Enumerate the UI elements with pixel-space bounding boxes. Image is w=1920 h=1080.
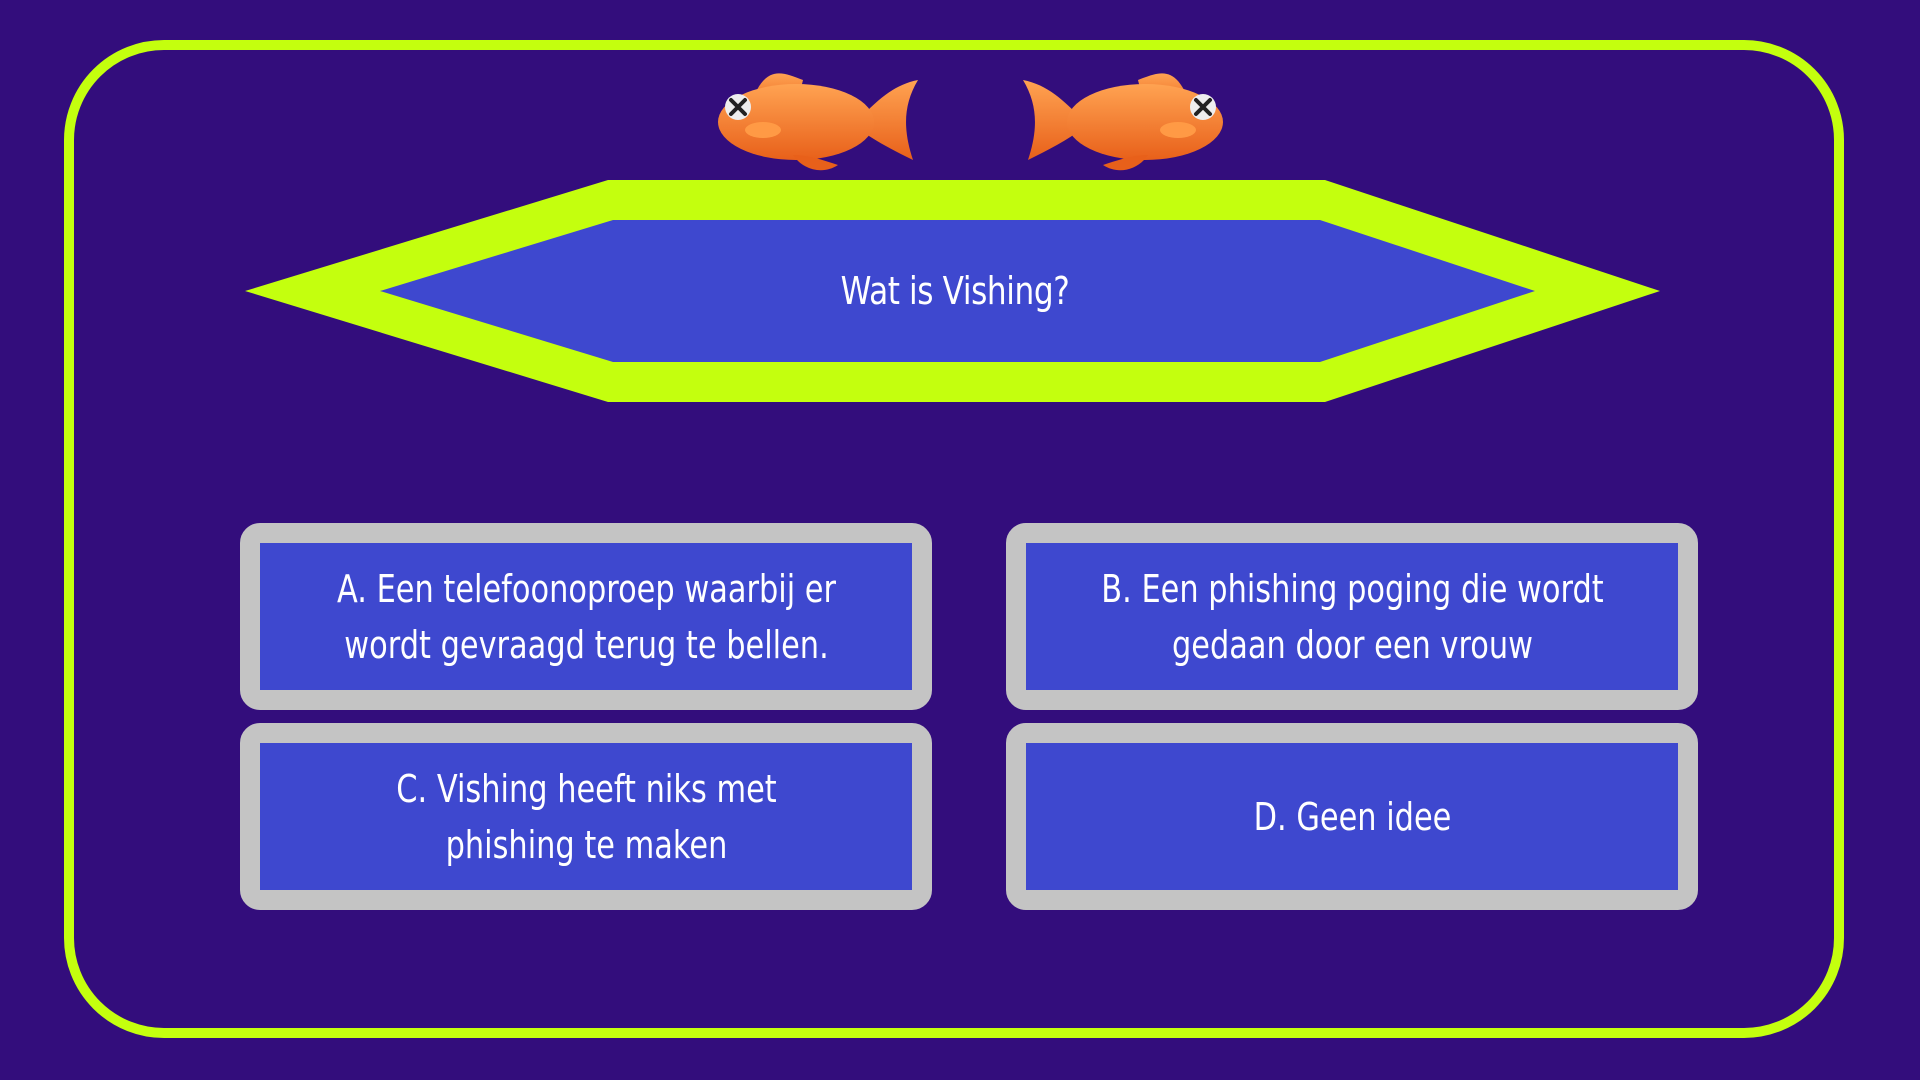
answer-a-button[interactable]: A. Een telefoonoproep waarbij er wordt g… <box>240 523 932 710</box>
question-text: Wat is Vishing? <box>840 269 1070 313</box>
answer-b-label: B. Een phishing poging die wordt gedaan … <box>1100 566 1604 667</box>
answer-d-label: D. Geen idee <box>1253 794 1451 839</box>
dead-goldfish-icon[interactable] <box>1018 60 1233 175</box>
answer-c-button[interactable]: C. Vishing heeft niks met phishing te ma… <box>240 723 932 910</box>
answer-c-label: C. Vishing heeft niks met phishing te ma… <box>395 766 777 867</box>
answer-a-label: A. Een telefoonoproep waarbij er wordt g… <box>336 566 836 667</box>
answer-d-button[interactable]: D. Geen idee <box>1006 723 1698 910</box>
answer-b-button[interactable]: B. Een phishing poging die wordt gedaan … <box>1006 523 1698 710</box>
dead-goldfish-icon[interactable] <box>708 60 923 175</box>
quiz-screen: Wat is Vishing? A. Een telefoonoproep wa… <box>0 0 1920 1080</box>
